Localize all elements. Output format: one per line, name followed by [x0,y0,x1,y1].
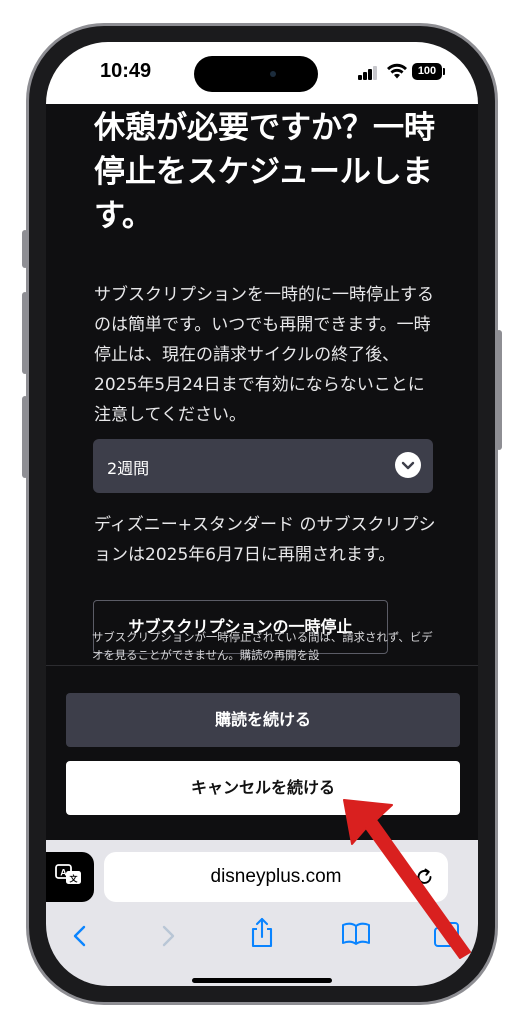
pause-notice: サブスクリプションが一時停止されている間は、請求されず、ビデオを見ることができま… [92,630,433,662]
back-icon[interactable] [70,922,90,950]
bookmarks-icon[interactable] [340,920,372,948]
address-bar[interactable]: disneyplus.com [104,852,448,902]
volume-down-button [22,396,28,478]
chevron-down-icon [395,452,421,478]
tabs-icon[interactable] [432,920,462,950]
url-text: disneyplus.com [210,866,342,887]
wifi-icon [387,63,407,79]
svg-text:文: 文 [70,874,79,884]
pause-description: サブスクリプションを一時的に一時停止するのは簡単です。いつでも再開できます。一時… [94,285,434,425]
home-indicator[interactable] [192,978,332,983]
resume-info: ディズニー+スタンダード のサブスクリプションは2025年6月7日に再開されます… [94,515,436,565]
battery-icon: 100 [412,63,442,80]
camera-dot [270,71,276,77]
action-button [22,230,28,268]
continue-subscription-button[interactable]: 購読を続ける [66,693,460,747]
signal-icon [358,66,380,80]
power-button [496,330,502,450]
main-content[interactable]: 休憩が必要ですか？一時停止をスケジュールします。 サブスクリプションを一時的に一… [46,104,478,666]
translate-icon: A 文 [55,864,81,884]
volume-up-button [22,292,28,374]
notice-area: サブスクリプションが一時停止されている間は、請求されず、ビデオを見ることができま… [46,610,478,666]
screen: 10:49 100 休憩が必要ですか？一時停止をスケジュールします。 サブスクリ… [46,42,478,986]
forward-icon[interactable] [158,922,178,950]
continue-cancel-button[interactable]: キャンセルを続ける [66,761,460,815]
status-time: 10:49 [100,60,152,82]
pause-duration-value: 2週間 [107,459,150,478]
share-icon[interactable] [248,916,276,950]
page-title: 休憩が必要ですか？一時停止をスケジュールします。 [94,110,435,234]
reload-icon[interactable] [414,866,436,888]
dynamic-island [194,56,318,92]
pause-duration-dropdown[interactable]: 2週間 [93,439,433,493]
translate-button[interactable]: A 文 [46,852,94,902]
browser-toolbar: A 文 disneyplus.com [46,840,478,986]
footer-actions: 購読を続ける キャンセルを続ける [46,666,478,842]
status-bar: 10:49 100 [46,42,478,104]
battery-tip [443,68,445,75]
